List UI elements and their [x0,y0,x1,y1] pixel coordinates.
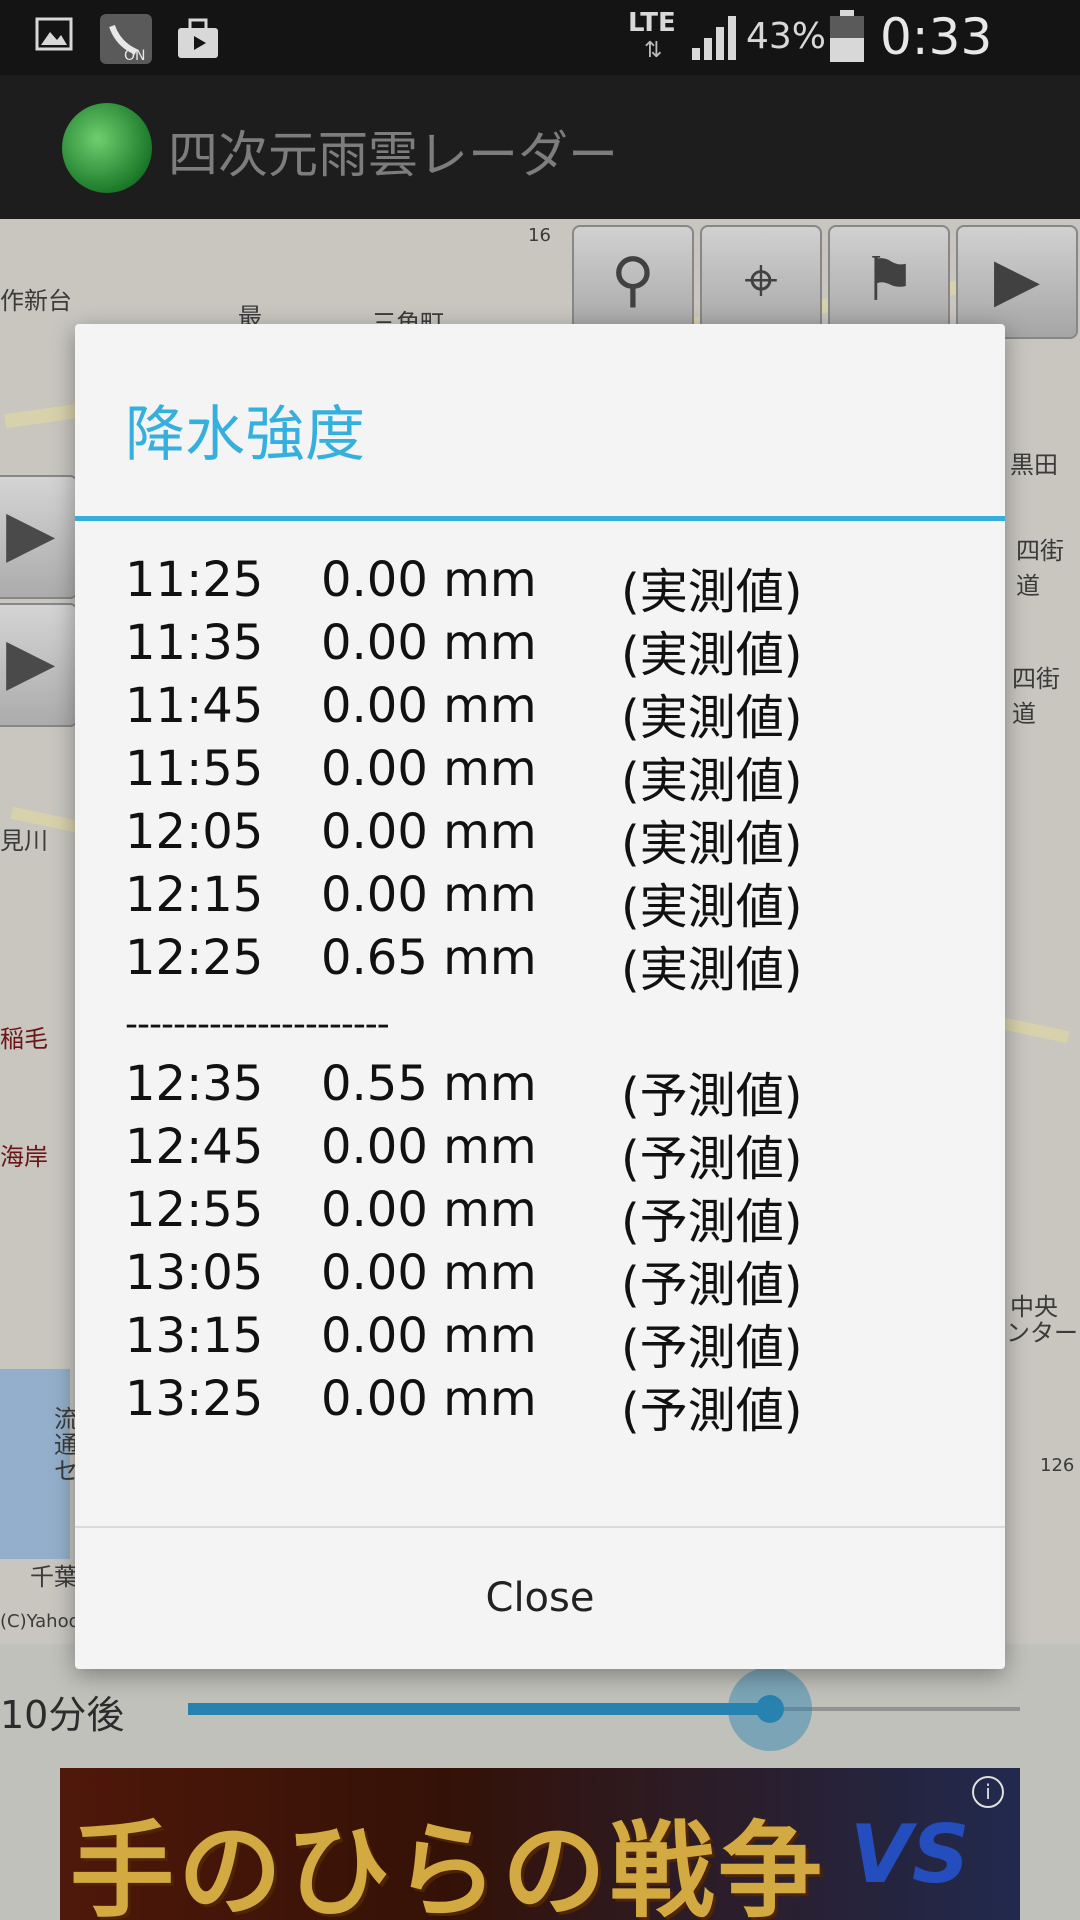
row-note: (予測値) [621,1131,803,1187]
forecast-row: 13:25 0.00 mm (予測値) [125,1371,985,1439]
row-value: 0.00 mm [321,867,537,923]
row-value: 0.00 mm [321,804,537,860]
row-value: 0.00 mm [321,1182,537,1238]
row-value: 0.00 mm [321,741,537,797]
row-value: 0.55 mm [321,1056,537,1112]
row-time: 13:15 [125,1308,264,1364]
forecast-row: 12:55 0.00 mm (予測値) [125,1182,985,1250]
row-time: 13:05 [125,1245,264,1301]
precipitation-dialog: 降水強度 11:25 0.00 mm (実測値) 11:35 0.00 mm (… [75,324,1005,1669]
row-note: (実測値) [621,879,803,935]
app-logo-icon [62,103,152,193]
precipitation-list: 11:25 0.00 mm (実測値) 11:35 0.00 mm (実測値) … [125,552,985,1439]
row-time: 12:45 [125,1119,264,1175]
observed-row: 12:15 0.00 mm (実測値) [125,867,985,935]
forecast-separator: ---------------------- [125,1004,390,1045]
row-value: 0.00 mm [321,552,537,608]
row-time: 13:25 [125,1371,264,1427]
row-note: (実測値) [621,753,803,809]
row-time: 12:55 [125,1182,264,1238]
row-note: (予測値) [621,1257,803,1313]
forecast-row: 12:45 0.00 mm (予測値) [125,1119,985,1187]
row-value: 0.00 mm [321,1119,537,1175]
observed-row: 12:05 0.00 mm (実測値) [125,804,985,872]
row-note: (実測値) [621,564,803,620]
forecast-row: 13:15 0.00 mm (予測値) [125,1308,985,1376]
row-value: 0.00 mm [321,1245,537,1301]
signal-icon [692,16,736,60]
row-value: 0.00 mm [321,615,537,671]
row-note: (実測値) [621,690,803,746]
forecast-row: 12:35 0.55 mm (予測値) [125,1056,985,1124]
battery-percent: 43% [746,16,827,57]
row-note: (実測値) [621,627,803,683]
row-time: 12:15 [125,867,264,923]
app-title: 四次元雨雲レーダー [168,126,618,184]
row-value: 0.00 mm [321,1371,537,1427]
battery-icon [830,10,864,62]
close-button[interactable]: Close [75,1528,1005,1669]
row-time: 12:25 [125,930,264,986]
row-value: 0.00 mm [321,1308,537,1364]
svg-text:ON: ON [124,48,146,64]
row-time: 11:35 [125,615,264,671]
briefcase-icon [178,18,218,58]
observed-row: 11:35 0.00 mm (実測値) [125,615,985,683]
forecast-row: 13:05 0.00 mm (予測値) [125,1245,985,1313]
wifi-calling-icon: ON [100,14,152,64]
observed-row: 12:25 0.65 mm (実測値) [125,930,985,998]
row-note: (予測値) [621,1320,803,1376]
status-bar: ON LTE ⇅ 43% 0:33 PM [0,0,1080,124]
row-time: 11:25 [125,552,264,608]
observed-row: 11:45 0.00 mm (実測値) [125,678,985,746]
row-note: (実測値) [621,816,803,872]
observed-row: 11:55 0.00 mm (実測値) [125,741,985,809]
row-time: 11:45 [125,678,264,734]
title-divider [75,516,1005,521]
row-note: (予測値) [621,1068,803,1124]
app-bar: 四次元雨雲レーダー [0,75,1080,219]
row-time: 12:05 [125,804,264,860]
row-note: (実測値) [621,942,803,998]
row-time: 12:35 [125,1056,264,1112]
network-type: LTE [628,8,676,38]
row-value: 0.00 mm [321,678,537,734]
row-time: 11:55 [125,741,264,797]
observed-row: 11:25 0.00 mm (実測値) [125,552,985,620]
row-note: (予測値) [621,1383,803,1439]
row-note: (予測値) [621,1194,803,1250]
dialog-title: 降水強度 [125,400,365,470]
image-icon [35,17,73,51]
row-value: 0.65 mm [321,930,537,986]
data-activity-icon: ⇅ [644,38,663,63]
